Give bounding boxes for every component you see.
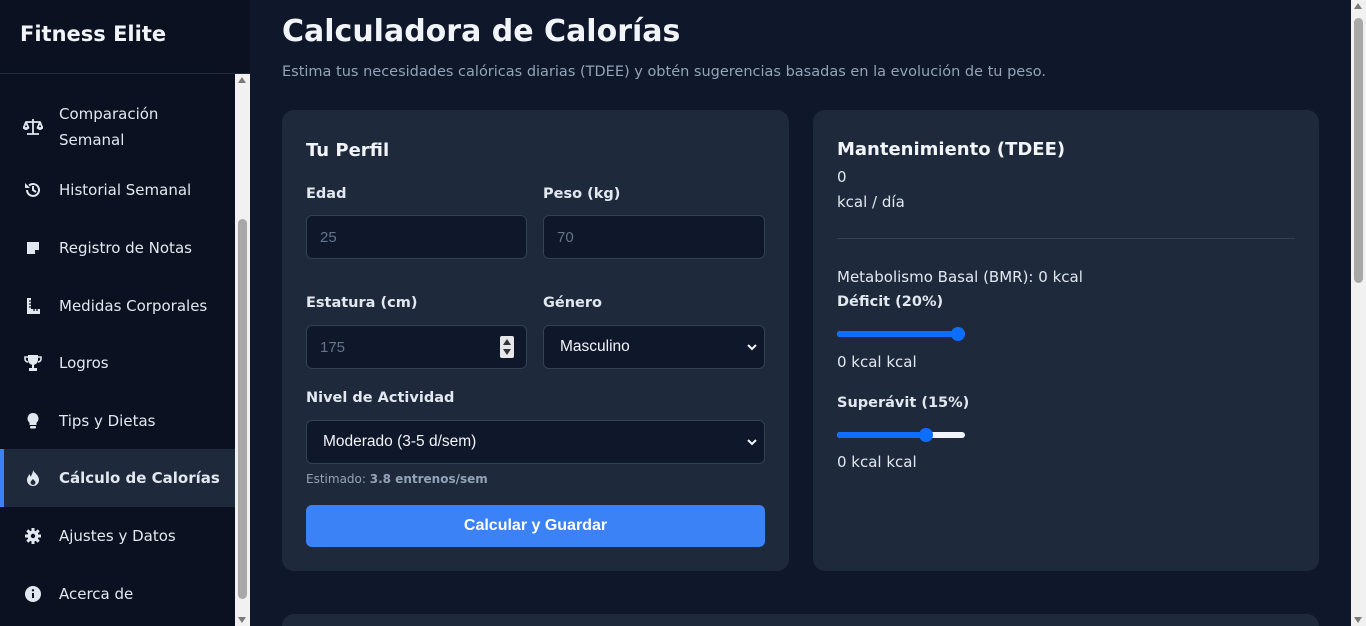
scrollbar-thumb[interactable] xyxy=(1354,18,1363,283)
tdee-value: 0 xyxy=(837,168,847,186)
chevron-down-icon xyxy=(747,439,757,446)
sidebar-item-registro-notas[interactable]: Registro de Notas xyxy=(0,232,235,264)
profile-card: Tu Perfil Edad 25 Peso (kg) 70 Estatura … xyxy=(282,110,789,571)
sidebar-item-label: Registro de Notas xyxy=(59,239,192,257)
sidebar-item-calculo-calorias[interactable]: Cálculo de Calorías xyxy=(0,449,235,507)
sidebar-nav: Comparación Semanal Historial Semanal Re… xyxy=(0,74,235,626)
surplus-slider[interactable] xyxy=(837,427,965,443)
divider xyxy=(837,238,1295,239)
gear-icon xyxy=(22,525,44,547)
scroll-up-arrow-icon[interactable] xyxy=(1354,3,1362,9)
scroll-up-arrow-icon[interactable] xyxy=(238,77,246,83)
tdee-unit: kcal / día xyxy=(837,193,905,211)
surplus-label: Superávit (15%) xyxy=(837,395,970,411)
sidebar-item-tips-dietas[interactable]: Tips y Dietas xyxy=(0,405,235,437)
deficit-value: 0 kcal kcal xyxy=(837,353,917,371)
activity-select[interactable]: Moderado (3-5 d/sem) xyxy=(306,420,765,464)
gender-select[interactable]: Masculino xyxy=(543,325,765,369)
trophy-icon xyxy=(22,352,44,374)
estimate-prefix: Estimado: xyxy=(306,472,366,486)
surplus-value: 0 kcal kcal xyxy=(837,453,917,471)
tdee-title: Mantenimiento (TDEE) xyxy=(837,139,1066,160)
sidebar-item-medidas-corporales[interactable]: Medidas Corporales xyxy=(0,290,235,322)
brand-title: Fitness Elite xyxy=(0,0,250,74)
sidebar-item-ajustes-datos[interactable]: Ajustes y Datos xyxy=(0,520,235,552)
stepper-down-icon[interactable] xyxy=(503,349,511,355)
deficit-label: Déficit (20%) xyxy=(837,294,944,310)
fire-icon xyxy=(22,467,44,489)
secondary-card xyxy=(282,614,1319,626)
scroll-down-arrow-icon[interactable] xyxy=(238,617,246,623)
sidebar-item-label: Acerca de xyxy=(59,585,134,603)
page-subtitle: Estima tus necesidades calóricas diarias… xyxy=(282,64,1047,80)
gender-select-value: Masculino xyxy=(560,338,630,355)
scroll-down-arrow-icon[interactable] xyxy=(1354,617,1362,623)
profile-card-title: Tu Perfil xyxy=(306,140,390,161)
weight-input[interactable]: 70 xyxy=(543,215,765,259)
height-label: Estatura (cm) xyxy=(306,295,418,311)
sidebar-item-label-line2: Semanal xyxy=(59,131,125,149)
sidebar-item-logros[interactable]: Logros xyxy=(0,347,235,379)
number-stepper[interactable] xyxy=(500,336,514,358)
deficit-slider[interactable] xyxy=(837,326,965,342)
sidebar-item-comparacion-semanal[interactable]: Comparación Semanal xyxy=(0,94,235,160)
scale-icon xyxy=(22,116,44,138)
chevron-down-icon xyxy=(747,344,757,351)
activity-estimate: Estimado: 3.8 entrenos/sem xyxy=(306,472,488,486)
stepper-up-icon[interactable] xyxy=(503,339,511,345)
sidebar-scrollbar[interactable] xyxy=(235,74,250,626)
estimate-value: 3.8 entrenos/sem xyxy=(369,472,488,486)
note-icon xyxy=(22,237,44,259)
sidebar-item-label: Tips y Dietas xyxy=(59,412,156,430)
height-input-value: 175 xyxy=(320,338,346,356)
ruler-icon xyxy=(22,295,44,317)
sidebar-item-historial-semanal[interactable]: Historial Semanal xyxy=(0,174,235,206)
activity-select-value: Moderado (3-5 d/sem) xyxy=(323,433,477,450)
sidebar-item-label: Ajustes y Datos xyxy=(59,527,176,545)
age-label: Edad xyxy=(306,186,347,202)
page-title: Calculadora de Calorías xyxy=(282,14,681,49)
weight-label: Peso (kg) xyxy=(543,186,621,202)
sidebar: Fitness Elite Comparación Semanal Histor… xyxy=(0,0,250,626)
sidebar-item-acerca-de[interactable]: Acerca de xyxy=(0,578,235,610)
sidebar-item-label: Historial Semanal xyxy=(59,181,192,199)
scrollbar-thumb[interactable] xyxy=(238,219,247,599)
sidebar-item-label: Medidas Corporales xyxy=(59,297,208,315)
calculate-save-button[interactable]: Calcular y Guardar xyxy=(306,505,765,547)
info-icon xyxy=(22,583,44,605)
bmr-text: Metabolismo Basal (BMR): 0 kcal xyxy=(837,268,1083,286)
main-scrollbar[interactable] xyxy=(1351,0,1366,626)
lightbulb-icon xyxy=(22,410,44,432)
height-input[interactable]: 175 xyxy=(306,325,527,369)
sidebar-item-label: Logros xyxy=(59,354,109,372)
history-icon xyxy=(22,179,44,201)
results-card: Mantenimiento (TDEE) 0 kcal / día Metabo… xyxy=(813,110,1319,571)
activity-label: Nivel de Actividad xyxy=(306,390,455,406)
sidebar-item-label: Cálculo de Calorías xyxy=(59,469,220,487)
age-input[interactable]: 25 xyxy=(306,215,527,259)
sidebar-item-label: Comparación xyxy=(59,105,159,123)
gender-label: Género xyxy=(543,295,603,311)
